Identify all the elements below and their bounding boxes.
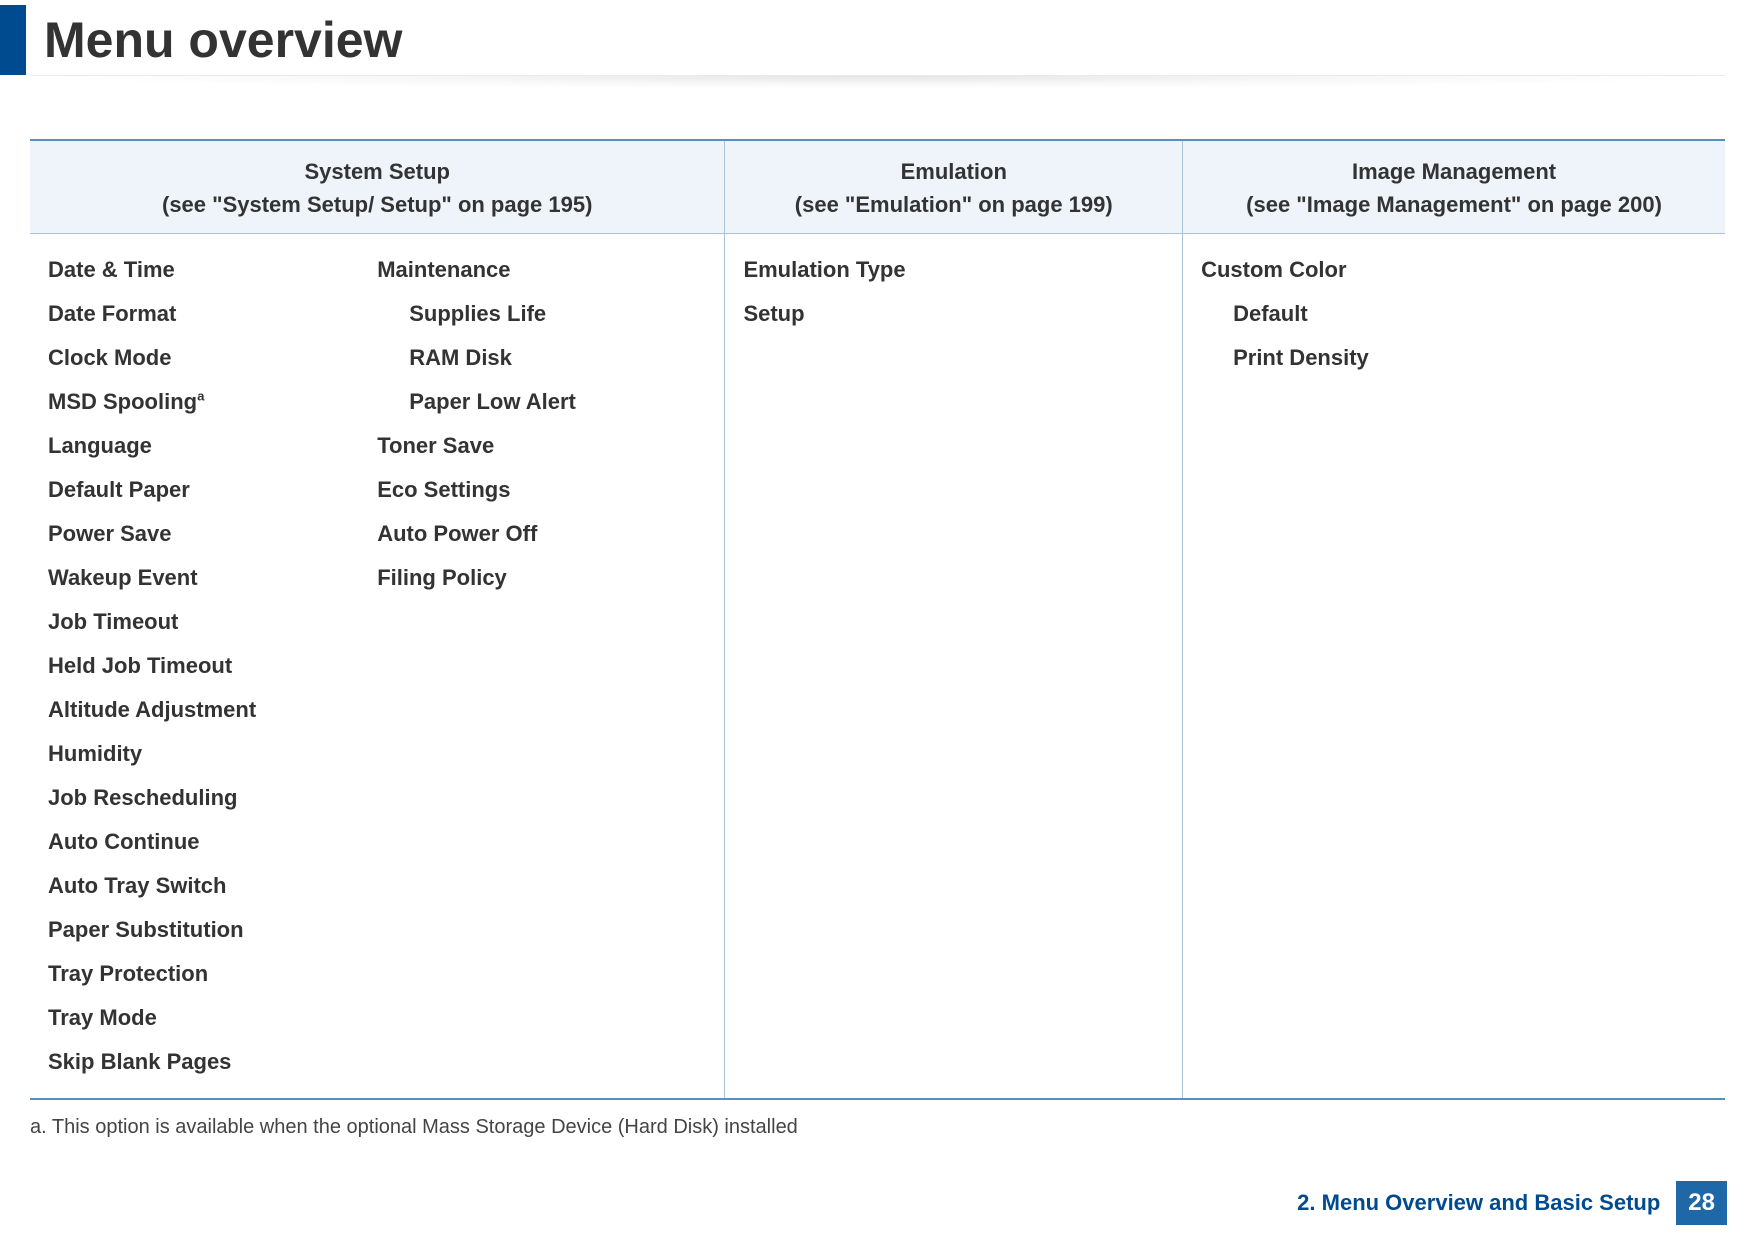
menu-item: Emulation Type (743, 248, 1164, 292)
menu-item: Auto Continue (48, 820, 377, 864)
menu-item-text: MSD Spooling (48, 389, 197, 414)
menu-item: Maintenance (377, 248, 706, 292)
col-subtitle: (see "Image Management" on page 200) (1193, 188, 1715, 221)
menu-item: Wakeup Event (48, 556, 377, 600)
menu-item: Skip Blank Pages (48, 1040, 377, 1084)
menu-item: Humidity (48, 732, 377, 776)
col-subtitle: (see "System Setup/ Setup" on page 195) (40, 188, 714, 221)
image-management-cell: Custom Color Default Print Density (1183, 234, 1725, 1100)
col-header-image-management: Image Management (see "Image Management"… (1183, 140, 1725, 234)
footnote-text: This option is available when the option… (52, 1116, 798, 1138)
menu-item: Date & Time (48, 248, 377, 292)
menu-subitem: Paper Low Alert (377, 380, 706, 424)
menu-item: Auto Tray Switch (48, 864, 377, 908)
system-setup-col1: Date & Time Date Format Clock Mode MSD S… (48, 248, 377, 1084)
footnote: a. This option is available when the opt… (0, 1100, 1755, 1139)
footer-chapter: 2. Menu Overview and Basic Setup (1297, 1190, 1660, 1216)
menu-item: Default Paper (48, 468, 377, 512)
menu-item: Job Timeout (48, 600, 377, 644)
menu-item: Altitude Adjustment (48, 688, 377, 732)
emulation-cell: Emulation Type Setup (725, 234, 1183, 1100)
page-title: Menu overview (44, 11, 402, 69)
col-title: Image Management (1352, 159, 1556, 184)
menu-item: Custom Color (1201, 248, 1707, 292)
title-accent-block (0, 5, 26, 75)
menu-subitem: Default (1201, 292, 1707, 336)
header-bar: Menu overview (0, 5, 1755, 75)
menu-item: Tray Mode (48, 996, 377, 1040)
menu-item: Filing Policy (377, 556, 706, 600)
page-number: 28 (1676, 1181, 1727, 1225)
system-setup-col2: Maintenance Supplies Life RAM Disk Paper… (377, 248, 706, 1084)
footnote-marker-label: a. (30, 1116, 47, 1138)
menu-item: Power Save (48, 512, 377, 556)
menu-subitem: RAM Disk (377, 336, 706, 380)
menu-item: Paper Substitution (48, 908, 377, 952)
menu-subitem: Print Density (1201, 336, 1707, 380)
menu-item: Setup (743, 292, 1164, 336)
title-divider (30, 75, 1725, 89)
system-setup-cell: Date & Time Date Format Clock Mode MSD S… (30, 234, 725, 1100)
menu-overview-table: System Setup (see "System Setup/ Setup" … (30, 139, 1725, 1100)
menu-item: Job Rescheduling (48, 776, 377, 820)
menu-item: Clock Mode (48, 336, 377, 380)
menu-item: MSD Spoolinga (48, 380, 377, 424)
menu-item: Toner Save (377, 424, 706, 468)
footnote-marker: a (197, 389, 204, 404)
menu-item: Language (48, 424, 377, 468)
menu-item: Auto Power Off (377, 512, 706, 556)
menu-item: Date Format (48, 292, 377, 336)
menu-item: Eco Settings (377, 468, 706, 512)
menu-subitem: Supplies Life (377, 292, 706, 336)
menu-item: Held Job Timeout (48, 644, 377, 688)
content-area: System Setup (see "System Setup/ Setup" … (0, 139, 1755, 1100)
menu-item: Tray Protection (48, 952, 377, 996)
col-subtitle: (see "Emulation" on page 199) (735, 188, 1172, 221)
col-title: System Setup (304, 159, 450, 184)
page-footer: 2. Menu Overview and Basic Setup 28 (1297, 1181, 1727, 1225)
col-title: Emulation (901, 159, 1007, 184)
col-header-system-setup: System Setup (see "System Setup/ Setup" … (30, 140, 725, 234)
col-header-emulation: Emulation (see "Emulation" on page 199) (725, 140, 1183, 234)
